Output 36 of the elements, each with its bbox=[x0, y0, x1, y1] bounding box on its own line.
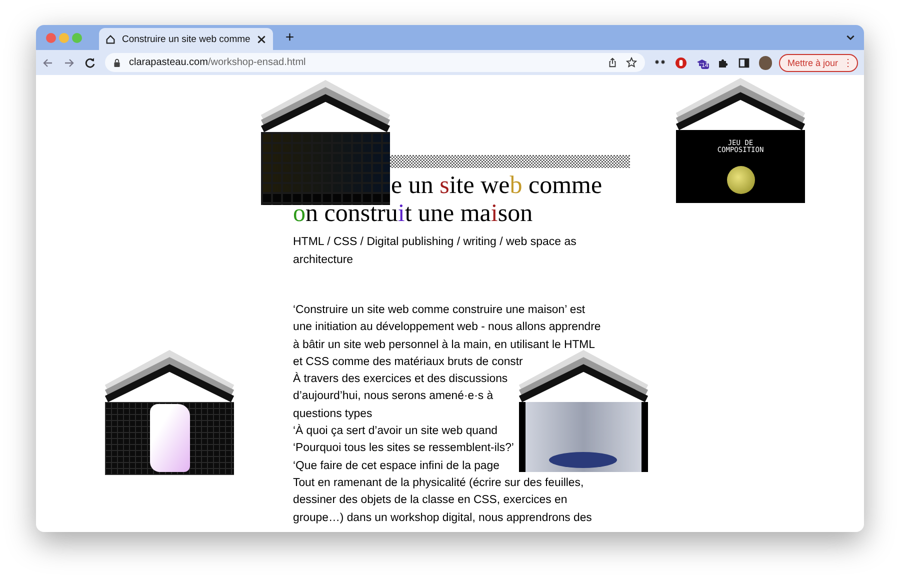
browser-tab[interactable]: Construire un site web comme bbox=[99, 28, 274, 50]
paragraph-line: groupe…) dans un workshop digital, nous apprendrons des bbox=[293, 510, 592, 526]
paragraph-line: questions types bbox=[293, 406, 372, 422]
paragraph-line: une initiation au développement web - nous allons apprendre bbox=[293, 320, 601, 336]
new-tab-button[interactable]: + bbox=[283, 29, 296, 46]
disc-graphic bbox=[726, 166, 754, 194]
profile-avatar[interactable] bbox=[758, 56, 772, 70]
page-title: e un site web comme bbox=[391, 172, 602, 200]
paragraph-line: d’aujourd’hui, nous serons amené·e·s à bbox=[293, 389, 494, 404]
page-subtitle: HTML / CSS / Digital publishing / writing / web space as architecture bbox=[293, 235, 578, 268]
home-icon bbox=[105, 34, 116, 44]
paragraph-line: à bâtir un site web personnel à la main, en utilisant le HTML bbox=[293, 338, 596, 353]
paragraph-line: ‘À quoi ça sert d’avoir un site web quand bbox=[293, 423, 498, 440]
lock-icon bbox=[113, 58, 121, 68]
star-icon[interactable] bbox=[626, 57, 637, 68]
paragraph-line: ‘Que faire de cet espace infini de la page bbox=[293, 458, 500, 474]
forward-icon[interactable] bbox=[63, 56, 75, 68]
tab-title: Construire un site web comme bbox=[122, 34, 250, 44]
paragraph-line: et CSS comme des matériaux bruts de constr bbox=[293, 354, 523, 370]
paragraph-line: ‘Pourquoi tous les sites se ressemblent-ils?’ bbox=[293, 441, 514, 456]
reload-icon[interactable] bbox=[84, 56, 96, 68]
address-bar[interactable]: clarapasteau.com/workshop-ensad.html bbox=[105, 53, 645, 72]
paragraph-line: dessiner des objets de la classe en CSS, exercices en bbox=[293, 493, 568, 508]
paragraph-line: À travers des exercices et des discussions bbox=[293, 371, 508, 388]
page-title: on construit une maison bbox=[293, 200, 533, 228]
puzzle-icon[interactable] bbox=[716, 56, 729, 68]
paragraph-line: ‘Construire un site web comme construire une maison’ est bbox=[293, 303, 586, 318]
url-text: clarapasteau.com/workshop-ensad.html bbox=[129, 57, 306, 68]
share-icon[interactable] bbox=[606, 57, 618, 68]
paragraph-line: Tout en ramenant de la physicalité (écrire sur des feuilles, bbox=[293, 476, 584, 491]
cap-extension-icon[interactable] bbox=[696, 56, 708, 68]
back-icon[interactable] bbox=[42, 56, 54, 68]
side-panel-icon[interactable] bbox=[738, 56, 750, 68]
close-icon[interactable] bbox=[256, 34, 268, 44]
shield-extension-icon[interactable] bbox=[674, 56, 687, 68]
update-button[interactable]: Mettre à jour ⋮ bbox=[779, 54, 858, 72]
